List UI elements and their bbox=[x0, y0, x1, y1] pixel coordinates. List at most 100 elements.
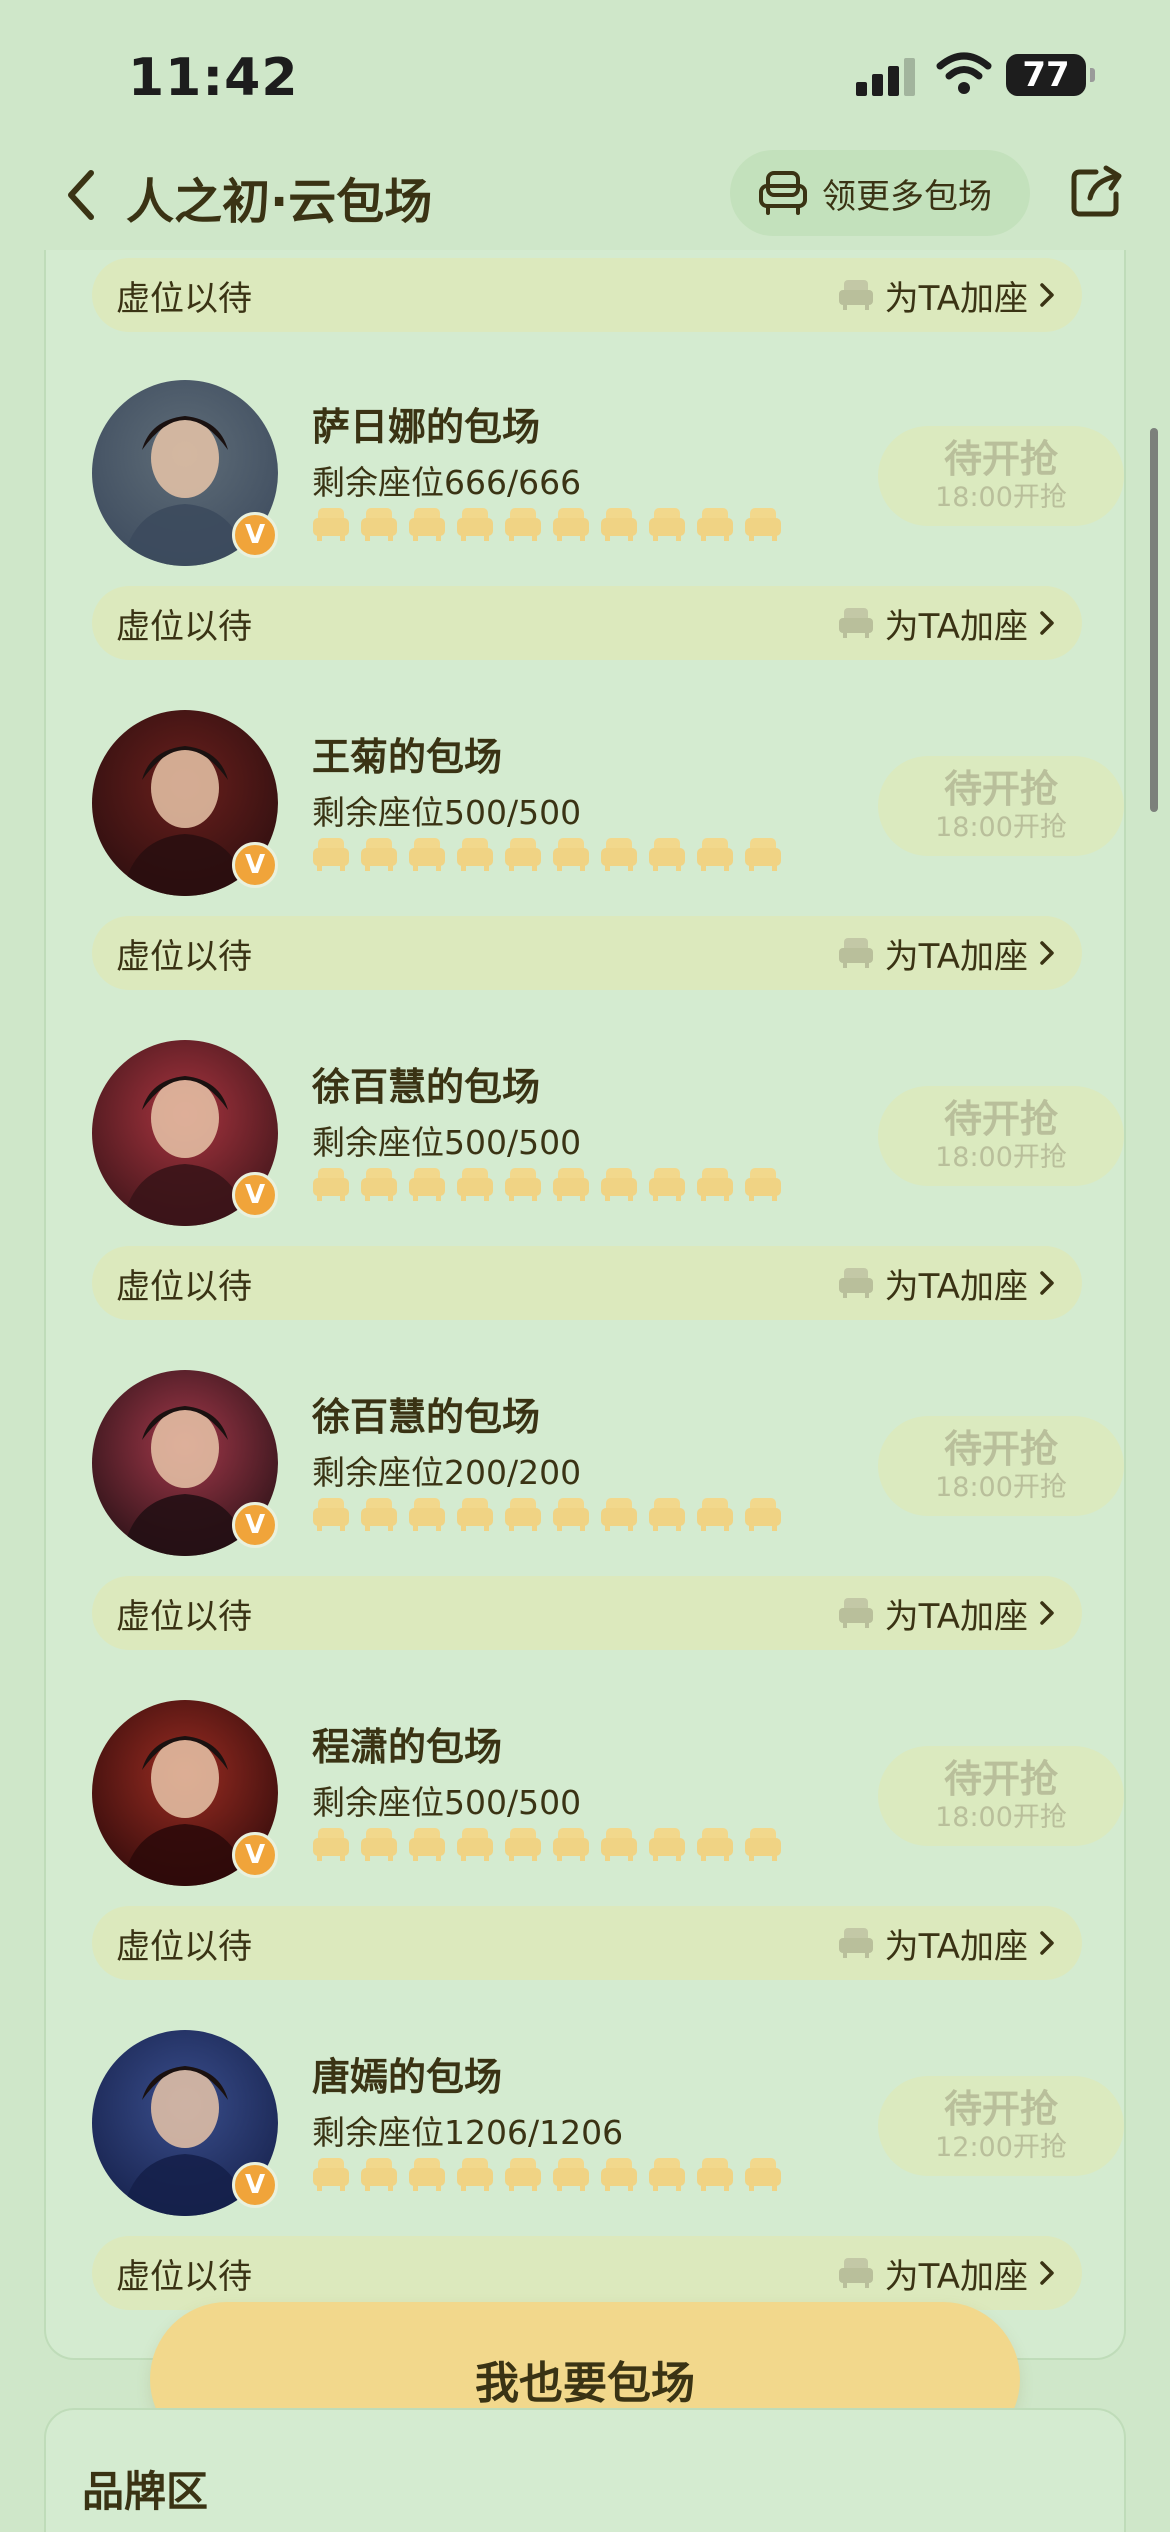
booking-name: 程潇的包场 bbox=[312, 1725, 503, 1769]
seat-icon bbox=[360, 1826, 398, 1862]
get-more-label: 领更多包场 bbox=[822, 176, 992, 217]
empty-slot-label: 虚位以待 bbox=[116, 1266, 252, 1307]
grab-status: 待开抢 bbox=[943, 2087, 1058, 2131]
seat-count: 剩余座位500/500 bbox=[312, 793, 582, 832]
share-icon[interactable] bbox=[1066, 162, 1126, 222]
booking-name: 王菊的包场 bbox=[312, 735, 503, 779]
seat-icon bbox=[312, 1496, 350, 1532]
back-button[interactable] bbox=[56, 160, 104, 230]
seat-icon bbox=[552, 1496, 590, 1532]
chevron-right-icon bbox=[1038, 1270, 1056, 1296]
grab-button[interactable]: 待开抢 18:00开抢 bbox=[878, 426, 1124, 526]
nav-bar: 人之初·云包场 领更多包场 bbox=[0, 140, 1170, 250]
seat-icon bbox=[312, 1826, 350, 1862]
seat-icon bbox=[552, 1826, 590, 1862]
grab-status: 待开抢 bbox=[943, 1757, 1058, 1801]
seat-count: 剩余座位1206/1206 bbox=[312, 2113, 624, 2152]
sofa-icon bbox=[837, 1926, 875, 1960]
seat-icon bbox=[696, 1826, 734, 1862]
chevron-right-icon bbox=[1038, 282, 1056, 308]
add-seat-button[interactable]: 为TA加座 bbox=[837, 599, 1056, 648]
grab-button[interactable]: 待开抢 18:00开抢 bbox=[878, 1086, 1124, 1186]
scrollbar[interactable] bbox=[1150, 428, 1158, 812]
chevron-right-icon bbox=[1038, 1930, 1056, 1956]
grab-time: 18:00开抢 bbox=[935, 812, 1067, 843]
seat-icon bbox=[504, 506, 542, 542]
empty-slot-row: 虚位以待 为TA加座 bbox=[92, 916, 1082, 990]
booking-name: 萨日娜的包场 bbox=[312, 405, 541, 449]
book-venue-label: 我也要包场 bbox=[475, 2358, 695, 2409]
grab-button[interactable]: 待开抢 12:00开抢 bbox=[878, 2076, 1124, 2176]
seat-count: 剩余座位500/500 bbox=[312, 1783, 582, 1822]
verified-badge-icon: V bbox=[232, 2162, 278, 2208]
add-seat-button[interactable]: 为TA加座 bbox=[837, 271, 1056, 320]
sofa-icon bbox=[837, 1266, 875, 1300]
booking-card[interactable]: V 王菊的包场剩余座位500/500 待开抢 18:00开抢 bbox=[92, 704, 1124, 904]
add-seat-button[interactable]: 为TA加座 bbox=[837, 929, 1056, 978]
add-seat-button[interactable]: 为TA加座 bbox=[837, 1589, 1056, 1638]
signal-icon bbox=[856, 56, 916, 96]
seat-icon bbox=[408, 506, 446, 542]
add-seat-button[interactable]: 为TA加座 bbox=[837, 1259, 1056, 1308]
grab-button[interactable]: 待开抢 18:00开抢 bbox=[878, 756, 1124, 856]
grab-button[interactable]: 待开抢 18:00开抢 bbox=[878, 1746, 1124, 1846]
seat-icon bbox=[408, 1826, 446, 1862]
add-seat-button[interactable]: 为TA加座 bbox=[837, 1919, 1056, 1968]
seat-icon bbox=[456, 1166, 494, 1202]
chevron-right-icon bbox=[1038, 2260, 1056, 2286]
seat-icons bbox=[312, 1826, 782, 1862]
grab-time: 18:00开抢 bbox=[935, 482, 1067, 513]
seat-icon bbox=[696, 2156, 734, 2192]
booking-card[interactable]: V 程潇的包场 剩余座位500/500 待开抢 18:00开抢 bbox=[92, 1694, 1124, 1894]
seat-icon bbox=[600, 836, 638, 872]
booking-card[interactable]: V 唐嫣的包场 剩余座位1206/1206 待开抢 12:00开抢 bbox=[92, 2024, 1124, 2224]
booking-card[interactable]: V 萨日娜的包场 剩余座位666/666 待开抢 18:00开抢 bbox=[92, 374, 1124, 574]
get-more-button[interactable]: 领更多包场 bbox=[730, 150, 1030, 236]
seat-icon bbox=[600, 1826, 638, 1862]
seat-icon bbox=[504, 836, 542, 872]
add-seat-label: 为TA加座 bbox=[884, 278, 1028, 319]
add-seat-button[interactable]: 为TA加座 bbox=[837, 2249, 1056, 2298]
seat-icon bbox=[504, 1496, 542, 1532]
seat-count: 剩余座位500/500 bbox=[312, 1123, 582, 1162]
empty-slot-row: 虚位以待 为TA加座 bbox=[92, 1576, 1082, 1650]
battery-indicator: 77 bbox=[1006, 54, 1095, 96]
sofa-icon bbox=[837, 278, 875, 312]
seat-icon bbox=[696, 1166, 734, 1202]
empty-slot-row: 虚位以待 为TA加座 bbox=[92, 2236, 1082, 2310]
seat-icon bbox=[360, 2156, 398, 2192]
seat-icons bbox=[312, 1496, 782, 1532]
grab-status: 待开抢 bbox=[943, 1097, 1058, 1141]
seat-icon bbox=[360, 1166, 398, 1202]
verified-badge-icon: V bbox=[232, 1502, 278, 1548]
seat-icon bbox=[600, 506, 638, 542]
seat-icon bbox=[456, 836, 494, 872]
booking-card[interactable]: V 徐百慧的包场 剩余座位500/500 待开抢 18:00开抢 bbox=[92, 1034, 1124, 1234]
sofa-icon bbox=[837, 936, 875, 970]
verified-badge-icon: V bbox=[232, 842, 278, 888]
seat-icon bbox=[744, 1166, 782, 1202]
status-bar: 11:42 77 bbox=[0, 0, 1170, 140]
empty-slot-label: 虚位以待 bbox=[116, 606, 252, 647]
grab-button[interactable]: 待开抢 18:00开抢 bbox=[878, 1416, 1124, 1516]
seat-icon bbox=[696, 1496, 734, 1532]
seat-icon bbox=[648, 2156, 686, 2192]
seat-icon bbox=[408, 1496, 446, 1532]
empty-slot-row: 虚位以待 为TA加座 bbox=[92, 1906, 1082, 1980]
seat-icon bbox=[744, 1826, 782, 1862]
add-seat-label: 为TA加座 bbox=[884, 2256, 1028, 2297]
grab-time: 12:00开抢 bbox=[935, 2132, 1067, 2163]
empty-slot-row: 虚位以待 为TA加座 bbox=[92, 586, 1082, 660]
empty-slot-label: 虚位以待 bbox=[116, 1596, 252, 1637]
empty-slot-label: 虚位以待 bbox=[116, 936, 252, 977]
seat-icon bbox=[648, 1826, 686, 1862]
booking-card[interactable]: V 徐百慧的包场 剩余座位200/200 待开抢 18:00开抢 bbox=[92, 1364, 1124, 1564]
brand-section: 品牌区 bbox=[44, 2408, 1126, 2532]
seat-icon bbox=[360, 1496, 398, 1532]
seat-icon bbox=[456, 2156, 494, 2192]
chevron-right-icon bbox=[1038, 940, 1056, 966]
seat-icon bbox=[744, 506, 782, 542]
booking-name: 徐百慧的包场 bbox=[312, 1395, 541, 1439]
seat-icon bbox=[504, 1826, 542, 1862]
seat-icon bbox=[312, 2156, 350, 2192]
